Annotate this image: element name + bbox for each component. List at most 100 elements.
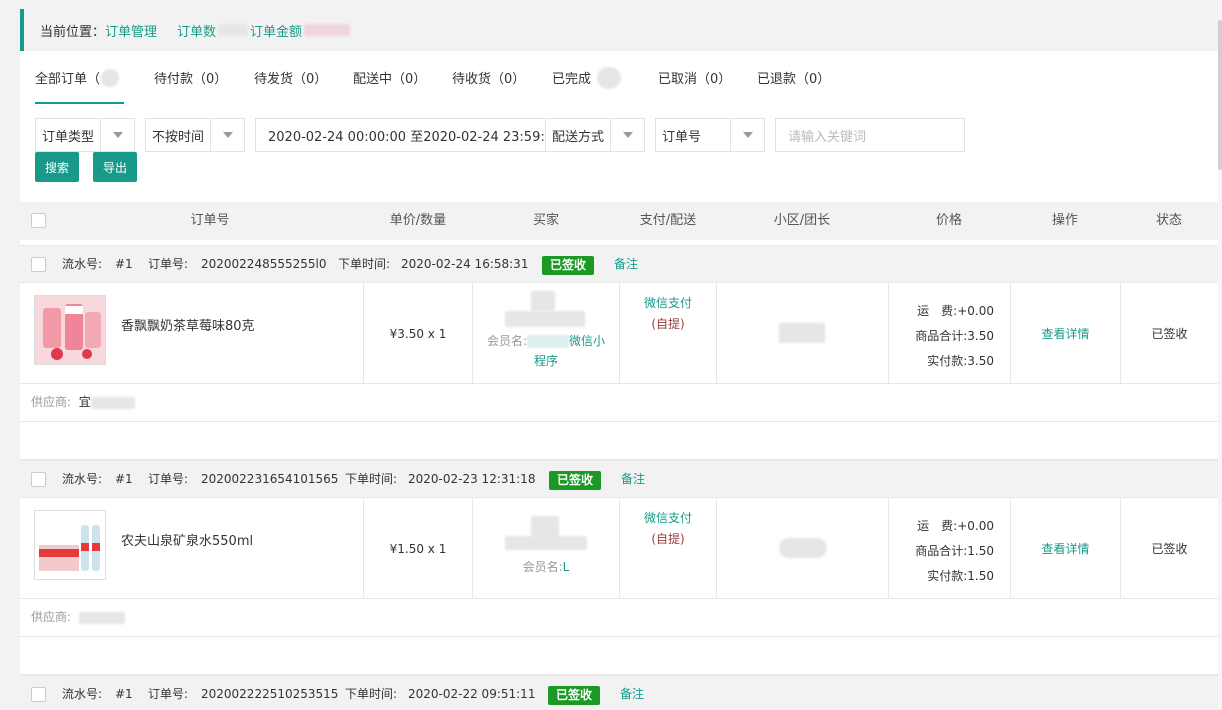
scrollbar-thumb[interactable]: [1218, 20, 1222, 170]
order-type-select[interactable]: 订单类型: [35, 118, 135, 152]
select-all-checkbox[interactable]: [31, 213, 46, 228]
community-redacted: [779, 323, 825, 343]
col-actions: 操作: [1051, 213, 1078, 228]
serial-label: 流水号:: [62, 257, 103, 271]
note-link[interactable]: 备注: [621, 461, 645, 498]
breadcrumb: 当前位置： 订单管理 订单数 订单金额: [20, 9, 1218, 51]
chevron-down-icon: [610, 119, 644, 151]
order-checkbox[interactable]: [31, 472, 46, 487]
note-link[interactable]: 备注: [620, 676, 644, 710]
order-body: 农夫山泉矿泉水550ml ¥1.50 x 1 会员名:L 微信支付 (自提) 运…: [20, 498, 1218, 599]
search-field-select[interactable]: 订单号: [655, 118, 765, 152]
note-link[interactable]: 备注: [614, 246, 638, 283]
product-cell: 香飘飘奶茶草莓味80克: [20, 283, 364, 384]
order-no-label: 订单号:: [148, 257, 189, 271]
order-no-value: 202002231654101565: [201, 472, 339, 486]
supplier-name-redacted: [78, 611, 125, 624]
page-scrollbar[interactable]: [1218, 0, 1222, 710]
amount-paid: 实付款:1.50: [927, 569, 994, 583]
status-badge: 已签收: [548, 686, 601, 705]
keyword-input[interactable]: 请输入关键词: [775, 118, 965, 152]
shipping-fee: 运 费:+0.00: [917, 304, 994, 318]
order-count-value-redacted: [218, 24, 249, 36]
supplier-row: 供应商: 宜: [20, 384, 1218, 422]
breadcrumb-link-order-management[interactable]: 订单管理: [105, 21, 157, 40]
order-no-label: 订单号:: [148, 472, 189, 486]
product-image: [34, 295, 106, 365]
chevron-down-icon: [210, 119, 244, 151]
tab-delivering[interactable]: 配送中（0）: [353, 51, 426, 104]
serial-value: #1: [115, 257, 133, 271]
search-button[interactable]: 搜索: [35, 152, 79, 182]
tab-pending-shipment[interactable]: 待发货（0）: [254, 51, 327, 104]
order-time-value: 2020-02-22 09:51:11: [408, 687, 536, 701]
buyer-avatar-redacted: [531, 516, 559, 538]
action-cell: 查看详情: [1011, 498, 1121, 599]
pay-delivery-cell: 微信支付 (自提): [620, 498, 717, 599]
buyer-nickname-redacted: [505, 311, 585, 327]
order-checkbox[interactable]: [31, 687, 46, 702]
tab-all-orders[interactable]: 全部订单（: [35, 51, 124, 104]
col-community: 小区/团长: [773, 213, 831, 228]
amount-paid: 实付款:3.50: [927, 354, 994, 368]
serial-value: #1: [115, 687, 133, 701]
product-name: 香飘飘奶茶草莓味80克: [121, 319, 255, 334]
serial-label: 流水号:: [62, 687, 103, 701]
buyer-cell: 会员名:L: [473, 498, 620, 599]
buyer-cell: 会员名: 微信小 程序: [473, 283, 620, 384]
product-cell: 农夫山泉矿泉水550ml: [20, 498, 364, 599]
status-cell: 已签收: [1121, 498, 1218, 599]
buyer-nickname-redacted: [505, 536, 587, 550]
tab-completed-count-redacted: [597, 66, 622, 89]
supplier-name: 宜: [78, 395, 91, 409]
col-buyer: 买家: [532, 213, 559, 228]
orders-panel: 全部订单（ 待付款（0） 待发货（0） 配送中（0） 待收货（0） 已完成 已取…: [20, 51, 1218, 710]
delivery-method: (自提): [651, 317, 685, 331]
export-button[interactable]: 导出: [93, 152, 137, 182]
col-price: 价格: [935, 213, 962, 228]
supplier-row: 供应商:: [20, 599, 1218, 637]
status-badge: 已签收: [549, 471, 602, 490]
order-checkbox[interactable]: [31, 257, 46, 272]
date-range-input[interactable]: 2020-02-24 00:00:00 至2020-02-24 23:59:59: [255, 118, 555, 152]
view-details-link[interactable]: 查看详情: [1011, 283, 1120, 384]
price-cell: 运 费:+0.00 商品合计:1.50 实付款:1.50: [889, 498, 1011, 599]
shipping-fee: 运 费:+0.00: [917, 519, 994, 533]
buyer-avatar-redacted: [531, 291, 555, 311]
unit-qty-value: ¥3.50 x 1: [389, 326, 447, 341]
chevron-down-icon: [730, 119, 764, 151]
view-details-link[interactable]: 查看详情: [1011, 498, 1120, 599]
community-redacted: [779, 538, 827, 558]
tab-cancelled[interactable]: 已取消（0）: [658, 51, 731, 104]
order-time-value: 2020-02-24 16:58:31: [401, 257, 529, 271]
unit-qty-cell: ¥3.50 x 1: [364, 283, 473, 384]
delivery-method-select[interactable]: 配送方式: [545, 118, 645, 152]
tab-pending-receipt[interactable]: 待收货（0）: [452, 51, 525, 104]
order-header: 流水号: #1 订单号: 202002231654101565 下单时间: 20…: [20, 460, 1218, 498]
time-mode-select[interactable]: 不按时间: [145, 118, 245, 152]
col-pay-delivery: 支付/配送: [639, 213, 697, 228]
order-spacer: [20, 422, 1218, 460]
order-time-value: 2020-02-23 12:31:18: [408, 472, 536, 486]
order-count-label: 订单数: [177, 24, 217, 40]
unit-qty-value: ¥1.50 x 1: [389, 541, 447, 556]
tab-refunded[interactable]: 已退款（0）: [757, 51, 830, 104]
unit-qty-cell: ¥1.50 x 1: [364, 498, 473, 599]
delivery-method: (自提): [651, 532, 685, 546]
order-status-tabs: 全部订单（ 待付款（0） 待发货（0） 配送中（0） 待收货（0） 已完成 已取…: [20, 51, 1218, 104]
payment-method: 微信支付: [643, 511, 692, 525]
order-header: 流水号: #1 订单号: 202002248555255l0 下单时间: 202…: [20, 245, 1218, 283]
order-status: 已签收: [1151, 327, 1188, 341]
product-image: [34, 510, 106, 580]
community-cell: [717, 283, 889, 384]
order-amount-value-redacted: [304, 24, 351, 36]
tab-pending-payment[interactable]: 待付款（0）: [154, 51, 227, 104]
chevron-down-icon: [100, 119, 134, 151]
action-cell: 查看详情: [1011, 283, 1121, 384]
order-no-value: 202002248555255l0: [201, 257, 327, 271]
col-status: 状态: [1155, 213, 1182, 228]
tab-completed[interactable]: 已完成: [552, 51, 622, 104]
col-unit-qty: 单价/数量: [389, 213, 447, 228]
product-name: 农夫山泉矿泉水550ml: [121, 534, 254, 549]
table-header: 订单号 单价/数量 买家 支付/配送 小区/团长 价格 操作 状态: [20, 202, 1218, 240]
